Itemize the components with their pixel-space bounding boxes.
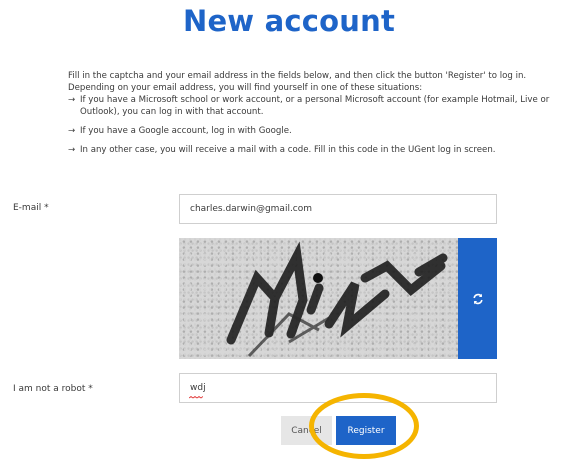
refresh-captcha-button[interactable]: [458, 238, 497, 359]
register-button[interactable]: Register: [336, 416, 396, 445]
instruction-item-google: → If you have a Google account, log in w…: [68, 125, 574, 137]
captcha-image: [179, 238, 458, 359]
instruction-text: In any other case, you will receive a ma…: [80, 145, 496, 155]
captcha-distorted-text: [179, 238, 458, 359]
new-account-page: New account Fill in the captcha and your…: [0, 0, 578, 463]
spellcheck-underline: [189, 396, 203, 399]
refresh-icon: [472, 293, 483, 304]
instruction-item-other: → In any other case, you will receive a …: [68, 144, 574, 156]
instructions: Fill in the captcha and your email addre…: [68, 70, 574, 156]
captcha-label: I am not a robot *: [13, 384, 93, 394]
cancel-button[interactable]: Cancel: [281, 416, 332, 445]
arrow-icon: →: [68, 145, 76, 155]
instructions-paragraph: Fill in the captcha and your email addre…: [68, 71, 527, 93]
instruction-text: If you have a Google account, log in wit…: [80, 126, 292, 136]
instruction-item-microsoft: → If you have a Microsoft school or work…: [68, 94, 574, 118]
arrow-icon: →: [68, 126, 76, 136]
instruction-text: If you have a Microsoft school or work a…: [80, 95, 550, 117]
email-label: E-mail *: [13, 203, 49, 213]
page-title: New account: [182, 4, 396, 38]
captcha-input[interactable]: wdj: [179, 373, 497, 403]
arrow-icon: →: [68, 95, 76, 105]
email-field[interactable]: charles.darwin@gmail.com: [179, 194, 497, 224]
